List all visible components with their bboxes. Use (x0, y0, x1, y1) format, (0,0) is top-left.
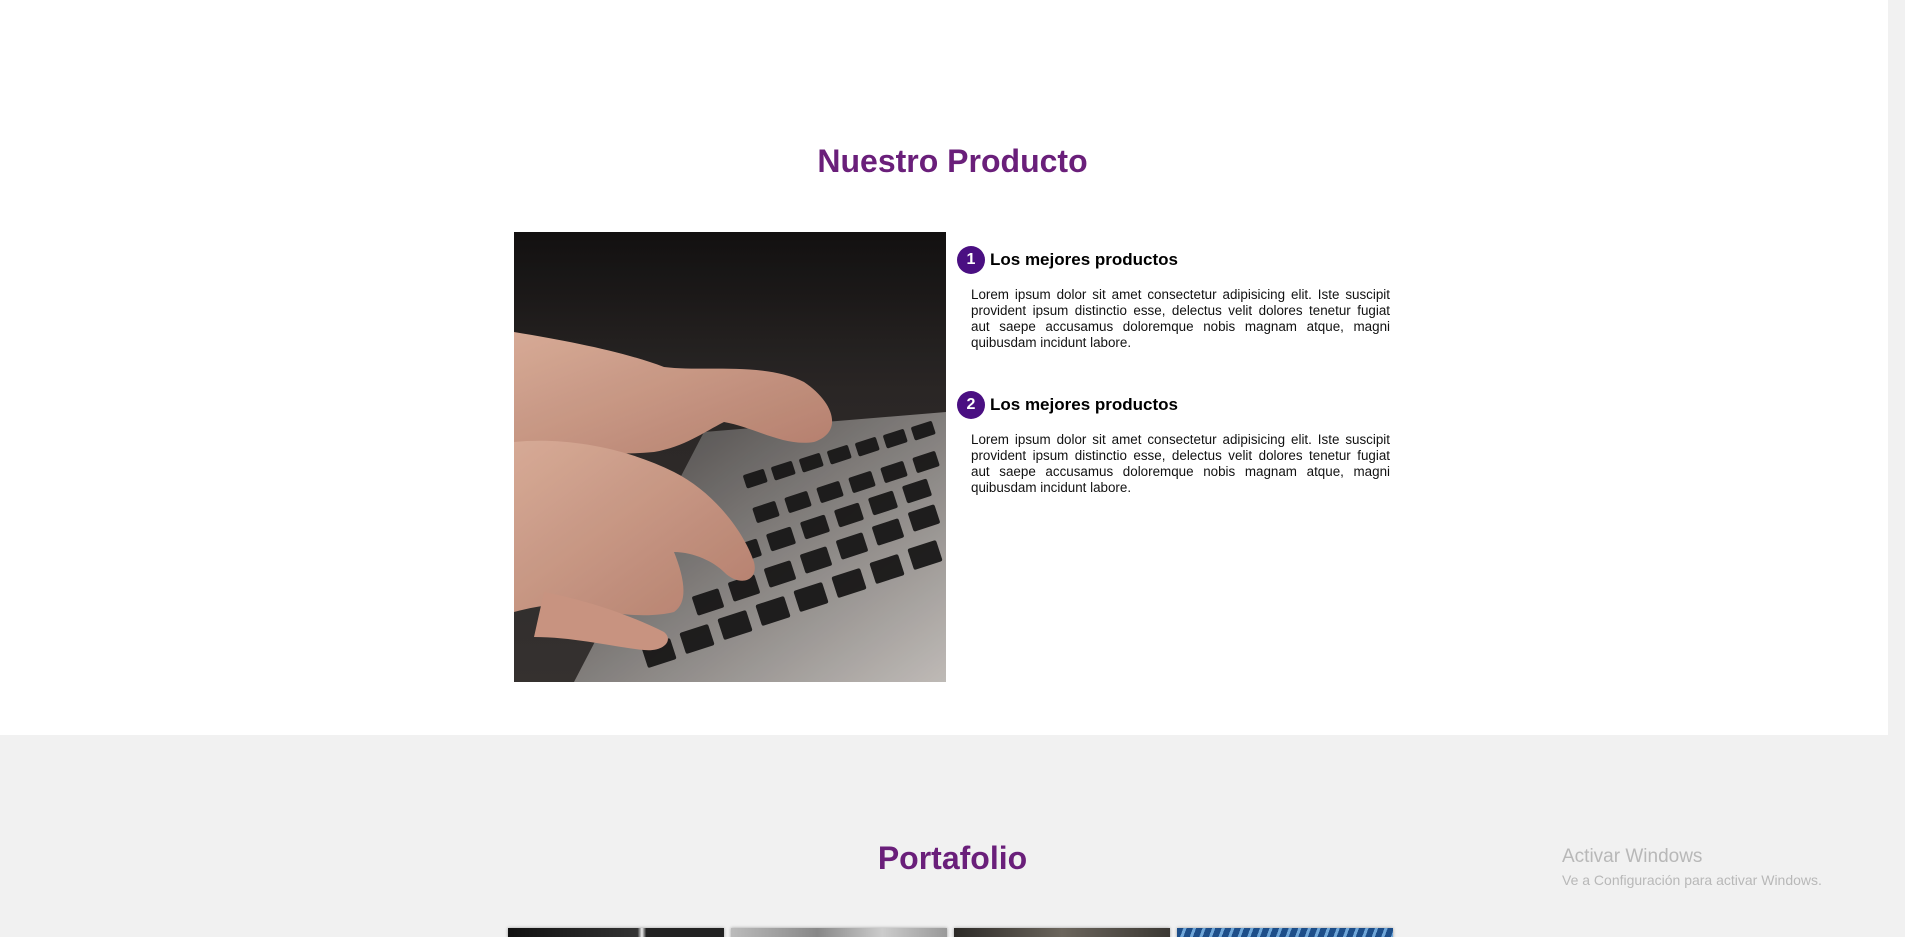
feature-header: 2 Los mejores productos (957, 390, 1390, 420)
number-badge: 2 (957, 391, 985, 419)
portfolio-thumb[interactable] (1177, 928, 1393, 937)
producto-title: Nuestro Producto (817, 143, 1088, 179)
portfolio-thumb[interactable] (954, 928, 1170, 937)
portfolio-thumb[interactable] (508, 928, 724, 937)
portfolio-thumb[interactable] (731, 928, 947, 937)
number-badge: 1 (957, 246, 985, 274)
portfolio-gallery (508, 928, 1393, 937)
feature-description: Lorem ipsum dolor sit amet consectetur a… (971, 287, 1390, 350)
page: Nuestro Producto 1 Los mejores productos… (0, 0, 1905, 937)
windows-activation-watermark: Activar Windows Ve a Configuración para … (1562, 846, 1822, 888)
feature-title: Los mejores productos (990, 250, 1178, 269)
portafolio-section: Portafolio (0, 735, 1905, 937)
producto-section: Nuestro Producto 1 Los mejores productos… (0, 0, 1905, 735)
feature-item-2: 2 Los mejores productos Lorem ipsum dolo… (957, 390, 1390, 496)
watermark-subtitle: Ve a Configuración para activar Windows. (1562, 872, 1822, 888)
page-scrollbar[interactable] (1888, 0, 1905, 937)
laptop-typing-photo (514, 232, 946, 682)
watermark-title: Activar Windows (1562, 846, 1703, 867)
feature-item-1: 1 Los mejores productos Lorem ipsum dolo… (957, 245, 1390, 351)
feature-description: Lorem ipsum dolor sit amet consectetur a… (971, 432, 1390, 495)
feature-title: Los mejores productos (990, 395, 1178, 414)
feature-header: 1 Los mejores productos (957, 245, 1390, 275)
